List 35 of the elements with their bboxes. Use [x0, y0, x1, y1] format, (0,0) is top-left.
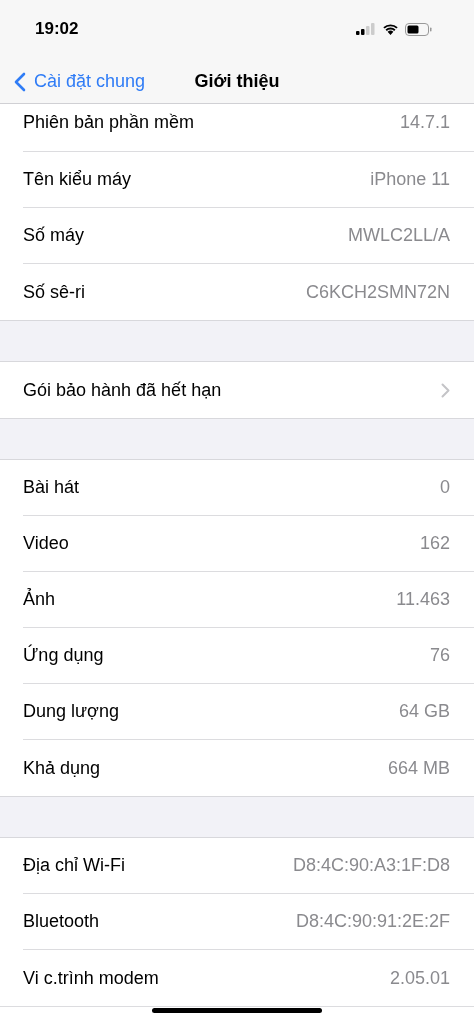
row-value: D8:4C:90:A3:1F:D8 [292, 855, 450, 876]
battery-icon [405, 22, 432, 36]
status-time: 19:02 [35, 19, 79, 39]
row-value: 64 GB [398, 701, 450, 722]
row-value: 2.05.01 [389, 967, 450, 989]
row-value: 76 [429, 645, 450, 666]
signal-icon [356, 23, 376, 35]
row-value: 14.7.1 [399, 112, 450, 133]
row-label: Địa chỉ Wi-Fi [23, 855, 125, 876]
row-label: Vi c.trình modem [23, 967, 159, 989]
row-label: Ảnh [23, 589, 56, 610]
chevron-icon [441, 382, 450, 398]
row-label: Bluetooth [23, 911, 100, 932]
row-value: D8:4C:90:91:2E:2F [295, 911, 450, 932]
row-label: Tên kiểu máy [23, 169, 132, 190]
row-value: C6KCH2SMN72N [305, 281, 450, 303]
row-label: Phiên bản phần mềm [23, 112, 195, 133]
row-label: Số sê-ri [23, 281, 85, 303]
row-value: 0 [440, 477, 450, 498]
back-button[interactable]: Cài đặt chung [0, 71, 146, 92]
row-value: iPhone 11 [370, 169, 450, 190]
row-label: Video [23, 533, 69, 554]
back-chevron-icon [14, 71, 26, 92]
row-value: 162 [419, 533, 450, 554]
row-label: Khả dụng [23, 757, 101, 779]
row-value: MWLC2LL/A [347, 225, 450, 246]
page-title: Giới thiệu [194, 71, 280, 92]
row-label: Bài hát [23, 477, 80, 498]
row-value: 664 MB [387, 757, 450, 779]
wifi-icon [382, 23, 399, 35]
row-label: Dung lượng [23, 701, 119, 722]
row-label: Ứng dụng [23, 645, 104, 666]
row-value: 11.463 [396, 589, 450, 610]
row-label: Gói bảo hành đã hết hạn [23, 379, 222, 401]
row-label: Số máy [23, 225, 85, 246]
